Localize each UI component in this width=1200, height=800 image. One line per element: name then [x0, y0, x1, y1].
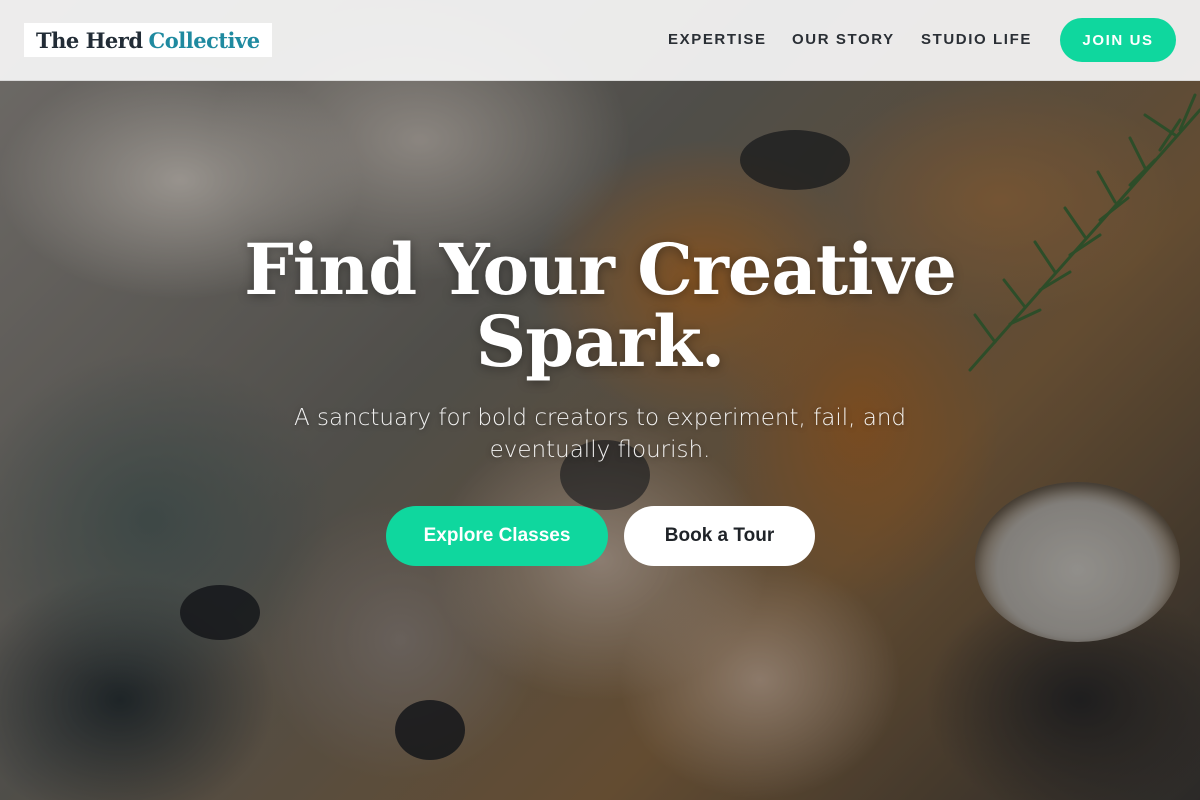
- hero-title-line1: Find Your Creative: [244, 228, 957, 311]
- nav-link-studio-life[interactable]: STUDIO LIFE: [921, 31, 1032, 48]
- join-us-button[interactable]: JOIN US: [1060, 18, 1176, 62]
- brand-logo[interactable]: The Herd Collective: [24, 23, 272, 57]
- book-a-tour-button[interactable]: Book a Tour: [624, 506, 815, 566]
- logo-text-primary: The Herd: [36, 27, 143, 53]
- nav-link-our-story[interactable]: OUR STORY: [792, 31, 895, 48]
- explore-classes-button[interactable]: Explore Classes: [386, 506, 608, 566]
- hero-overlay: [0, 0, 1200, 800]
- logo-text-accent: Collective: [148, 27, 261, 53]
- site-header: The Herd Collective EXPERTISE OUR STORY …: [0, 0, 1200, 81]
- hero-subtitle: A sanctuary for bold creators to experim…: [294, 405, 906, 463]
- hero-title: Find Your Creative Spark.: [200, 234, 1000, 378]
- nav-link-expertise[interactable]: EXPERTISE: [668, 31, 767, 48]
- hero-title-line2: Spark.: [475, 300, 726, 383]
